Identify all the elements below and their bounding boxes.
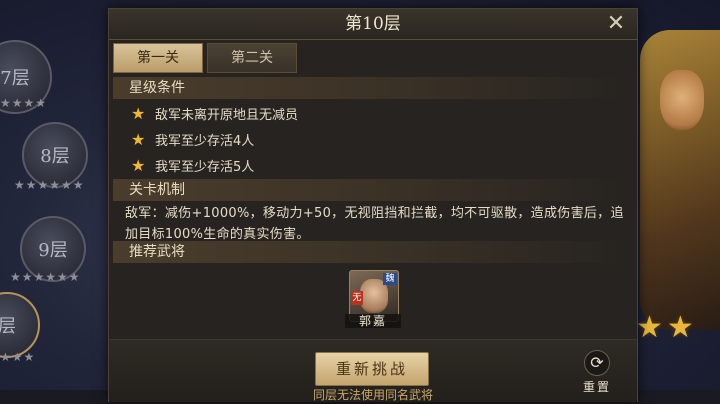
floor-label: 7层 [0,68,30,89]
floor-node-10[interactable]: 层 [0,292,40,358]
tab-stage-1[interactable]: 第一关 [113,43,203,73]
floor-label: 9层 [38,240,68,261]
recommended-generals-header: 推荐武将 [113,241,633,263]
general-face-art [660,70,704,130]
close-icon[interactable]: ✕ [603,11,629,37]
condition-text: 敌军未离开原地且无减员 [155,108,299,123]
same-name-restriction-note: 同层无法使用同名武将 [312,388,433,402]
star-icon: ★ [131,156,146,175]
star-condition-3: ★ 我军至少存活5人 [131,155,254,177]
dialog-title: 第10层 [345,14,401,34]
refresh-icon: ⟳ [584,350,610,376]
star-condition-2: ★ 我军至少存活4人 [131,129,254,151]
floor-stars: ★★★★★★ [14,178,85,192]
dialog-header: 第10层 ✕ [109,9,637,40]
stage-mechanics-text: 敌军：减伤+1000%，移动力+50，无视阻挡和拦截，均不可驱散，造成伤害后，追… [125,206,624,242]
floor-challenge-dialog: 第10层 ✕ 第一关 第二关 星级条件 ★ 敌军未离开原地且无减员 ★ 我军至少存活… [108,8,638,402]
floor-stars: ★★★★ [0,96,48,110]
reset-button[interactable]: ⟳ 重置 [575,350,619,398]
faction-tag: 魏 [383,273,397,285]
star-icon: ★ [131,104,146,123]
retry-challenge-button[interactable]: 重新挑战 [315,352,429,386]
stage-mechanics-header: 关卡机制 [113,179,633,201]
tab-stage-2[interactable]: 第二关 [207,43,297,73]
floor-stars: ★★★ [0,350,36,364]
condition-text: 我军至少存活4人 [155,134,255,149]
floor-label: 8层 [40,146,70,167]
star-conditions-header: 星级条件 [113,77,633,99]
condition-text: 我军至少存活5人 [155,160,255,175]
floor-stars: ★★★★★★ [10,270,81,284]
floor-star-rating: ★★ [636,310,698,345]
floor-label: 层 [0,316,16,337]
star-icon: ★ [131,130,146,149]
dialog-footer: 重新挑战 同层无法使用同名武将 ⟳ 重置 [109,339,637,402]
reset-label: 重置 [582,380,611,394]
star-condition-1: ★ 敌军未离开原地且无减员 [131,103,298,125]
role-tag: 无 [351,291,363,305]
general-name: 郭嘉 [345,314,401,328]
